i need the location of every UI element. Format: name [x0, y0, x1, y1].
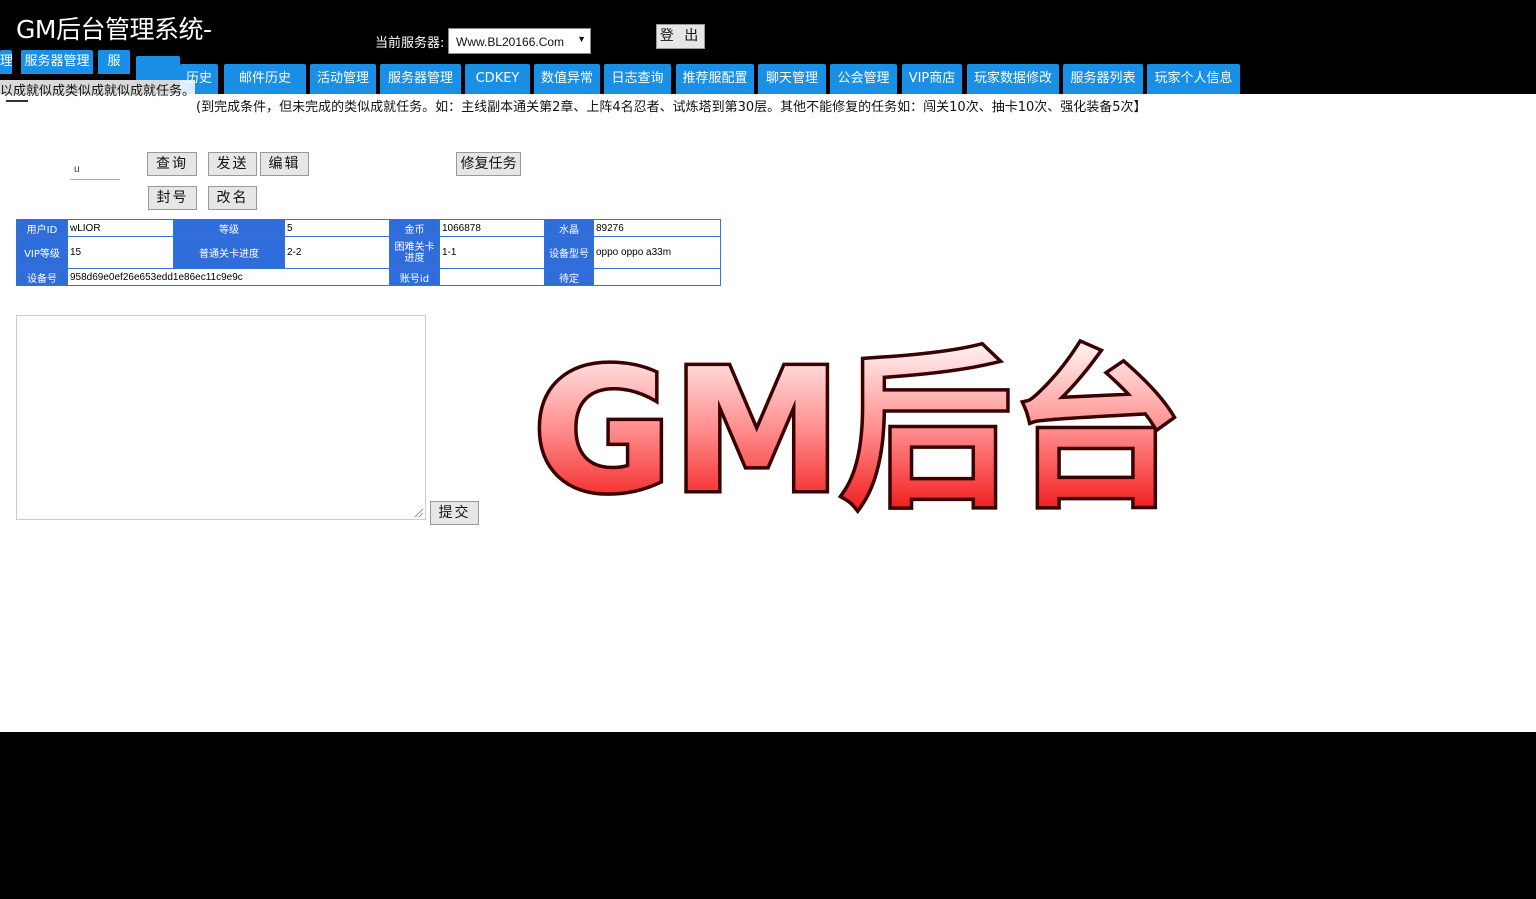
tab-activity-manage[interactable]: 活动管理: [310, 64, 376, 94]
app-title: GM后台管理系统-: [16, 15, 212, 44]
cell-device-model: oppo oppo a33m: [593, 236, 721, 269]
cell-label-user-id: 用户ID: [16, 219, 68, 237]
edit-button[interactable]: 编辑: [260, 152, 309, 176]
tab-server-manage[interactable]: 服务器管理: [380, 64, 461, 94]
tab-player-data-edit[interactable]: 玩家数据修改: [967, 64, 1059, 94]
tab-mail-history[interactable]: 邮件历史: [224, 64, 306, 94]
tab-back-1[interactable]: 理: [0, 50, 12, 74]
tab-log-query[interactable]: 日志查询: [604, 64, 671, 94]
query-button[interactable]: 查询: [147, 152, 197, 176]
dropdown-arrow-icon: ▼: [577, 34, 586, 44]
tab-recommend-server[interactable]: 推荐服配置: [676, 64, 754, 94]
cell-label-vip-level: VIP等级: [16, 236, 68, 269]
message-textarea[interactable]: [16, 315, 426, 520]
cell-user-id: wLIOR: [67, 219, 174, 237]
table-row: VIP等级 15 普通关卡进度 2-2 困难关卡进度 1-1 设备型号 oppo…: [16, 236, 721, 269]
cell-crystal: 89276: [593, 219, 721, 237]
server-select-value: Www.BL20166.Com: [456, 35, 565, 49]
tab-player-info[interactable]: 玩家个人信息: [1147, 64, 1240, 94]
cell-label-device-id: 设备号: [16, 268, 68, 286]
bottom-black-band: [0, 732, 1536, 899]
divider: [6, 100, 28, 105]
overflow-description-text: 以成就似成类似成就似成就任务。: [0, 80, 196, 99]
tab-back-4[interactable]: [136, 56, 180, 80]
tab-back-3[interactable]: 服: [98, 50, 130, 74]
table-row: 用户ID wLIOR 等级 5 金币 1066878 水晶 89276: [16, 219, 721, 237]
tab-server-list[interactable]: 服务器列表: [1063, 64, 1143, 94]
cell-label-gold: 金币: [389, 219, 440, 237]
player-info-table: 用户ID wLIOR 等级 5 金币 1066878 水晶 89276 VIP等…: [16, 219, 721, 286]
repair-task-note: (到完成条件，但未完成的类似成就任务。如：主线副本通关第2章、上阵4名忍者、试炼…: [196, 100, 1147, 115]
submit-button[interactable]: 提交: [430, 501, 479, 525]
top-bar: GM后台管理系统- 当前服务器: Www.BL20166.Com ▼ 登 出 理…: [0, 0, 1536, 94]
tab-vip-shop[interactable]: VIP商店: [902, 64, 962, 94]
cell-vip-level: 15: [67, 236, 174, 269]
tab-value-anomaly[interactable]: 数值异常: [534, 64, 600, 94]
tab-cdkey[interactable]: CDKEY: [465, 64, 530, 94]
cell-label-hard-progress: 困难关卡进度: [389, 236, 440, 269]
cell-pending: [593, 268, 721, 286]
cell-label-normal-progress: 普通关卡进度: [173, 236, 285, 269]
tab-chat-manage[interactable]: 聊天管理: [758, 64, 826, 94]
rename-button[interactable]: 改名: [208, 186, 257, 210]
ban-account-button[interactable]: 封号: [148, 186, 197, 210]
resize-grip-icon[interactable]: [415, 509, 423, 517]
cell-label-device-model: 设备型号: [544, 236, 594, 269]
user-id-input[interactable]: [70, 160, 120, 180]
cell-hard-progress: 1-1: [439, 236, 545, 269]
cell-label-level: 等级: [173, 219, 285, 237]
tab-back-server-manage[interactable]: 服务器管理: [21, 50, 93, 74]
server-label: 当前服务器:: [375, 36, 445, 51]
cell-label-account-id: 账号id: [389, 268, 440, 286]
tab-guild-manage[interactable]: 公会管理: [830, 64, 897, 94]
server-select[interactable]: Www.BL20166.Com ▼: [448, 28, 591, 54]
cell-account-id: [439, 268, 545, 286]
send-button[interactable]: 发送: [208, 152, 257, 176]
cell-label-pending: 待定: [544, 268, 594, 286]
repair-task-button[interactable]: 修复任务: [456, 152, 521, 176]
table-row: 设备号 958d69e0ef26e653edd1e86ec11c9e9c 账号i…: [16, 268, 721, 286]
cell-device-id: 958d69e0ef26e653edd1e86ec11c9e9c: [67, 268, 390, 286]
cell-normal-progress: 2-2: [284, 236, 390, 269]
logout-button[interactable]: 登 出: [656, 24, 705, 49]
cell-gold: 1066878: [439, 219, 545, 237]
cell-label-crystal: 水晶: [544, 219, 594, 237]
cell-level: 5: [284, 219, 390, 237]
